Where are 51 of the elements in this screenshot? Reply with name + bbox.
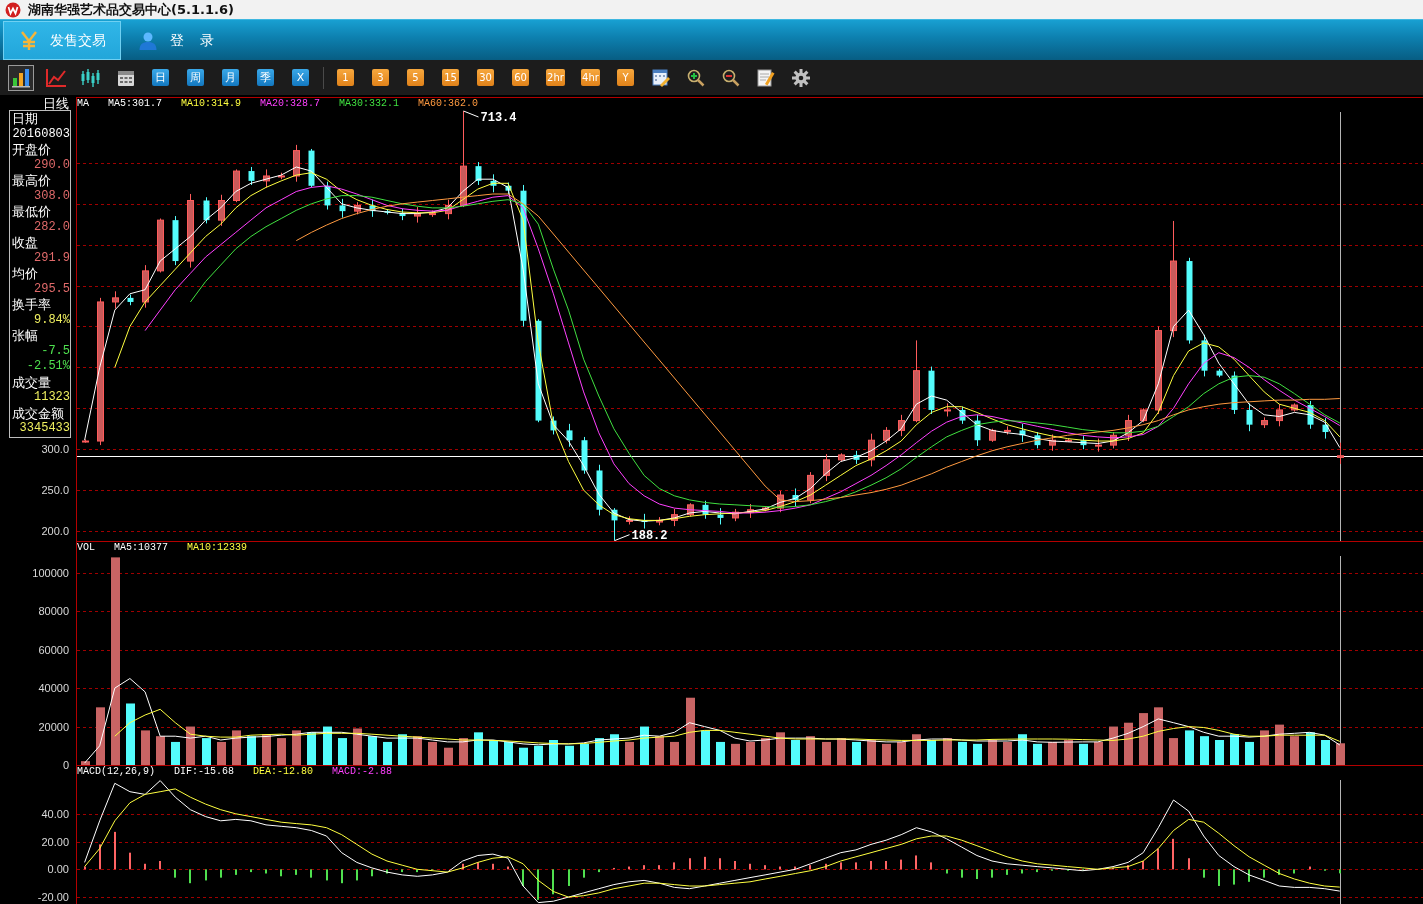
chart-title: VOL [77,542,95,554]
period-label: 日线 [43,98,69,110]
indicator-value: MA10:12339 [187,542,248,554]
axis-label: 20000 [38,719,69,734]
info-value: 20160803 [12,126,70,142]
info-value: 308.0 [34,188,70,204]
info-label: 张幅 [11,328,38,344]
indicator-value: MA60:362.0 [418,98,479,110]
info-value: 291.9 [34,250,70,266]
indicator-value: MA10:314.9 [181,98,242,110]
info-label: 开盘价 [11,142,51,158]
axis-label: 0 [62,758,69,772]
indicator-value: MA5:301.7 [108,98,163,110]
window-title: 湖南华强艺术品交易中心(5.1.1.6) [28,1,234,18]
info-value: 282.0 [34,219,70,235]
axis-label: 250.0 [41,483,69,498]
price-label: 188.2 [631,528,668,541]
info-label: 最高价 [11,173,51,189]
info-label: 成交金额 [11,405,64,421]
info-value: 290.0 [34,157,70,173]
indicator-value: MA20:328.7 [260,98,321,110]
axis-label: 100000 [32,565,69,580]
axis-label: 200.0 [41,524,69,538]
info-value: 295.5 [34,281,70,297]
info-label: 均价 [11,266,38,282]
indicator-value: MACD:-2.88 [332,766,393,778]
info-value: -7.5 [41,343,70,359]
chart-title: MACD(12,26,9) [77,766,155,778]
info-label: 换手率 [11,297,51,313]
axis-label: 20.00 [41,834,69,849]
info-value: 11323 [34,390,70,406]
indicator-value: DEA:-12.80 [253,766,314,778]
price-label: 713.4 [480,111,517,125]
info-label: 日期 [11,111,38,127]
info-value: -2.51% [26,359,70,375]
info-value: 9.84% [34,312,70,328]
axis-label: 40000 [38,681,69,696]
info-label: 成交量 [11,374,51,390]
axis-label: 300.0 [41,442,69,457]
axis-label: 0.00 [47,862,69,877]
info-value: 3345433 [19,421,70,437]
info-label: 最低价 [11,204,51,220]
info-label: 收盘 [11,235,38,251]
indicator-value: MA30:332.1 [339,98,400,110]
axis-label: -20.00 [37,890,69,904]
indicator-value: DIF:-15.68 [174,766,235,778]
chart-title: MA [77,98,89,110]
axis-label: 40.00 [41,806,69,821]
axis-label: 80000 [38,604,69,619]
axis-label: 60000 [38,642,69,657]
indicator-value: MA5:10377 [114,542,169,554]
